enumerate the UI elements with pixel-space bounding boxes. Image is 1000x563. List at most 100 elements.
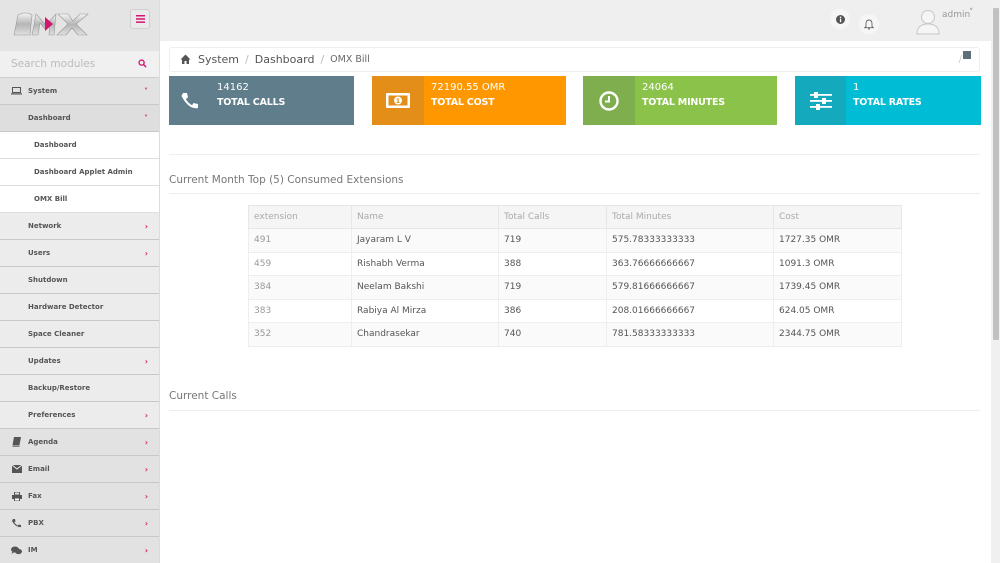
module-search: [0, 51, 159, 78]
sidebar-item-space-cleaner[interactable]: Space Cleaner: [0, 321, 159, 348]
envelope-icon: [11, 464, 22, 474]
sidebar-item-label: Dashboard: [28, 114, 71, 122]
stat-label: TOTAL RATES: [853, 97, 922, 108]
sidebar-item-dashboard-group[interactable]: Dashboard ˅: [0, 105, 159, 132]
sidebar-item-network[interactable]: Network ›: [0, 213, 159, 240]
stat-card-total-rates: 1 TOTAL RATES: [795, 76, 981, 125]
table-row: 383 Rabiya Al Mirza 386 208.01666666667 …: [248, 298, 902, 323]
sidebar-item-label: Email: [28, 465, 50, 473]
phone-icon: [181, 92, 198, 108]
stat-label: TOTAL CALLS: [217, 97, 286, 108]
sidebar-item-label: Agenda: [28, 438, 58, 446]
info-icon: [835, 14, 845, 24]
column-header[interactable]: extension: [248, 205, 352, 229]
bell-icon: [864, 19, 874, 30]
chevron-down-icon[interactable]: ˅: [969, 8, 974, 18]
cell-name: Jayaram L V: [351, 228, 499, 253]
sidebar-item-updates[interactable]: Updates ›: [0, 348, 159, 375]
sidebar-item-label: Updates: [28, 357, 61, 365]
sliders-icon: [809, 91, 832, 110]
sidebar-item-pbx[interactable]: PBX ›: [0, 510, 159, 537]
stat-icon-box: [169, 76, 210, 125]
top-extensions-title: Current Month Top (5) Consumed Extension…: [169, 174, 404, 186]
cell-name: Chandrasekar: [351, 322, 499, 347]
cell-total-calls: 719: [498, 228, 607, 253]
search-icon[interactable]: [138, 59, 147, 68]
chevron-right-icon: ›: [144, 546, 148, 555]
sidebar-item-label: Users: [28, 249, 51, 257]
stat-value: 24064: [642, 82, 674, 93]
cell-extension: 352: [248, 322, 352, 347]
column-header[interactable]: Total Minutes: [606, 205, 774, 229]
table-row: 352 Chandrasekar 740 781.58333333333 234…: [248, 322, 902, 347]
sidebar-item-hardware-detector[interactable]: Hardware Detector: [0, 294, 159, 321]
cell-extension: 459: [248, 251, 352, 276]
stat-icon-box: [795, 76, 846, 125]
sidebar-item-fax[interactable]: Fax ›: [0, 483, 159, 510]
chevron-right-icon: ›: [144, 438, 148, 447]
sidebar-item-label: OMX Bill: [34, 195, 68, 203]
sidebar-item-users[interactable]: Users ›: [0, 240, 159, 267]
cell-total-calls: 719: [498, 275, 607, 300]
user-avatar-icon[interactable]: [916, 9, 940, 35]
omx-logo[interactable]: [12, 11, 90, 37]
money-icon: 1: [386, 93, 410, 108]
sidebar-item-dashboard-applet-admin[interactable]: Dashboard Applet Admin: [0, 159, 159, 186]
sidebar-item-label: IM: [28, 546, 38, 554]
breadcrumb-dashboard[interactable]: Dashboard: [255, 53, 315, 66]
table-header-row: extension Name Total Calls Total Minutes…: [248, 205, 902, 229]
sidebar-item-backup-restore[interactable]: Backup/Restore: [0, 375, 159, 402]
cell-total-calls: 388: [498, 251, 607, 276]
cell-extension: 491: [248, 228, 352, 253]
column-header[interactable]: Total Calls: [498, 205, 607, 229]
cell-total-calls: 740: [498, 322, 607, 347]
top-bar: admin ˅: [160, 0, 991, 41]
page-scrollbar-thumb[interactable]: [993, 8, 999, 340]
info-button[interactable]: [830, 9, 850, 29]
sidebar-item-omx-bill[interactable]: OMX Bill: [0, 186, 159, 213]
sidebar-item-label: Fax: [28, 492, 42, 500]
svg-text:1: 1: [396, 97, 401, 105]
divider: [169, 154, 980, 155]
sidebar-item-agenda[interactable]: Agenda ›: [0, 429, 159, 456]
sidebar-item-email[interactable]: Email ›: [0, 456, 159, 483]
home-icon[interactable]: [180, 54, 191, 65]
notifications-button[interactable]: [859, 14, 879, 34]
chevron-right-icon: ›: [144, 222, 148, 231]
sidebar-item-label: System: [28, 87, 58, 95]
cell-cost: 2344.75 OMR: [773, 322, 902, 347]
book-icon: [11, 437, 22, 447]
sidebar-item-im[interactable]: IM ›: [0, 537, 159, 563]
stat-value: 1: [853, 82, 860, 93]
printer-icon: [11, 491, 22, 501]
current-calls-title: Current Calls: [169, 390, 237, 402]
breadcrumb-separator: /: [245, 53, 249, 66]
sidebar-item-label: Space Cleaner: [28, 330, 85, 338]
stat-value: 14162: [217, 82, 249, 93]
hamburger-icon: [135, 15, 145, 23]
chevron-right-icon: ›: [144, 465, 148, 474]
chevron-right-icon: ›: [144, 357, 148, 366]
cell-cost: 1091.3 OMR: [773, 251, 902, 276]
applet-settings-icon[interactable]: [963, 51, 971, 59]
cell-total-minutes: 579.81666666667: [606, 275, 774, 300]
sidebar-item-label: Preferences: [28, 411, 76, 419]
breadcrumb-separator: /: [958, 54, 962, 65]
chevron-right-icon: ›: [144, 411, 148, 420]
sidebar-item-preferences[interactable]: Preferences ›: [0, 402, 159, 429]
column-header[interactable]: Cost: [773, 205, 902, 229]
column-header[interactable]: Name: [351, 205, 499, 229]
user-name[interactable]: admin: [942, 10, 970, 20]
menu-toggle-button[interactable]: [130, 9, 150, 29]
cell-name: Rishabh Verma: [351, 251, 499, 276]
breadcrumb-system[interactable]: System: [198, 53, 239, 66]
sidebar-item-label: PBX: [28, 519, 44, 527]
sidebar-item-label: Network: [28, 222, 62, 230]
sidebar-item-system[interactable]: System ˅: [0, 78, 159, 105]
search-modules-input[interactable]: [0, 51, 130, 77]
sidebar-item-dashboard[interactable]: Dashboard: [0, 132, 159, 159]
stat-card-total-cost: 1 72190.55 OMR TOTAL COST: [372, 76, 566, 125]
breadcrumb: System / Dashboard / OMX Bill /: [169, 47, 980, 72]
sidebar-item-shutdown[interactable]: Shutdown: [0, 267, 159, 294]
clock-icon: [599, 90, 619, 111]
